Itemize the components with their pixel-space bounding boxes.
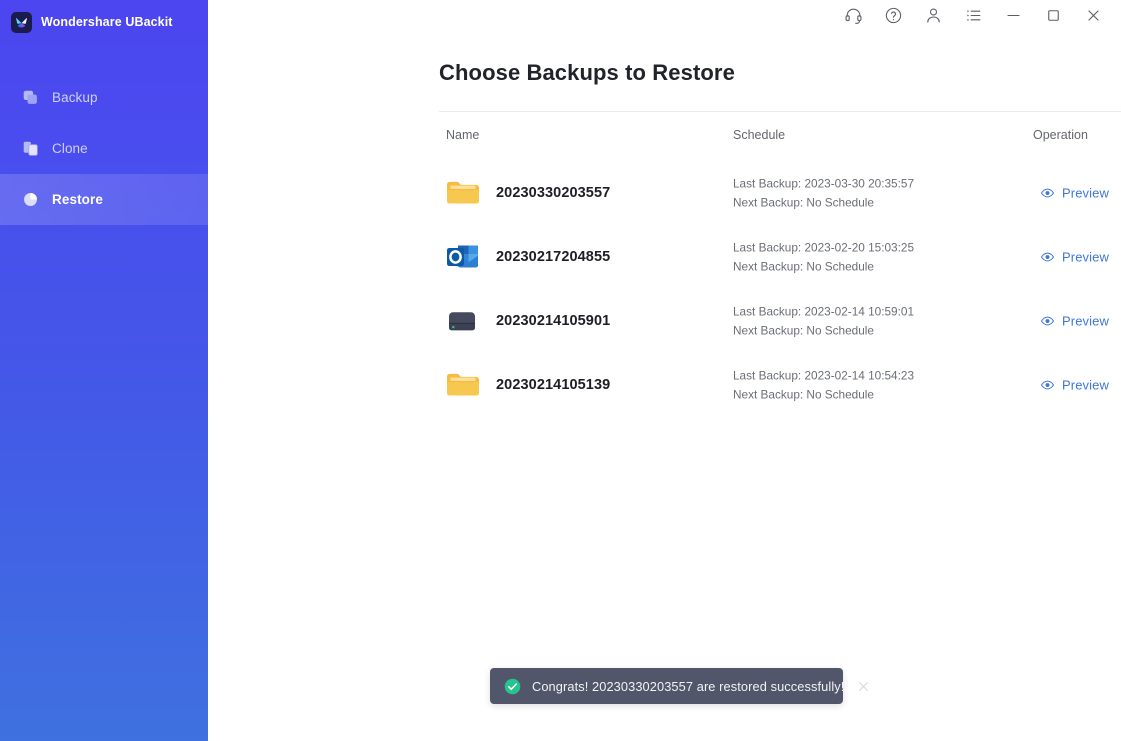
next-backup-text: Next Backup: No Schedule (733, 324, 914, 338)
sidebar-item-label: Backup (52, 90, 98, 105)
brand: Wondershare UBackit (0, 0, 208, 36)
eye-icon (1040, 314, 1055, 329)
sidebar-item-clone[interactable]: Clone (0, 123, 208, 174)
eye-icon (1040, 378, 1055, 393)
close-icon[interactable] (855, 678, 872, 695)
account-person-icon[interactable] (913, 0, 953, 30)
operation-cell: Preview Restore (1040, 378, 1121, 393)
last-backup-text: Last Backup: 2023-02-20 15:03:25 (733, 241, 914, 255)
preview-label: Preview (1062, 250, 1109, 265)
window-titlebar (208, 0, 1121, 30)
header-divider (439, 111, 1121, 112)
sidebar: Wondershare UBackit Backup (0, 0, 208, 741)
backup-name: 20230217204855 (496, 249, 610, 265)
maximize-icon[interactable] (1033, 0, 1073, 30)
backup-list: 20230330203557 Last Backup: 2023-03-30 2… (439, 161, 1121, 417)
external-drive-icon (444, 305, 482, 337)
outlook-icon (444, 241, 482, 273)
backup-name: 20230330203557 (496, 185, 610, 201)
restore-pie-icon (22, 191, 39, 208)
preview-button[interactable]: Preview (1040, 314, 1109, 329)
app-window: Wondershare UBackit Backup (0, 0, 1121, 741)
table-row[interactable]: 20230214105139 Last Backup: 2023-02-14 1… (439, 353, 1121, 417)
operation-cell: Preview Restore (1040, 186, 1121, 201)
main-content: Choose Backups to Restore Name Schedule … (208, 0, 1121, 741)
butterfly-logo-icon (11, 12, 32, 33)
table-header: Name Schedule Operation (439, 128, 1121, 150)
last-backup-text: Last Backup: 2023-03-30 20:35:57 (733, 177, 914, 191)
next-backup-text: Next Backup: No Schedule (733, 388, 914, 402)
preview-label: Preview (1062, 314, 1109, 329)
brand-title: Wondershare UBackit (41, 15, 173, 29)
sidebar-item-label: Restore (52, 192, 103, 207)
toast-message: Congrats! 20230330203557 are restored su… (532, 679, 844, 694)
preview-label: Preview (1062, 186, 1109, 201)
schedule-cell: Last Backup: 2023-02-14 10:54:23 Next Ba… (733, 369, 914, 402)
schedule-cell: Last Backup: 2023-03-30 20:35:57 Next Ba… (733, 177, 914, 210)
preview-label: Preview (1062, 378, 1109, 393)
schedule-cell: Last Backup: 2023-02-14 10:59:01 Next Ba… (733, 305, 914, 338)
sidebar-item-label: Clone (52, 141, 88, 156)
preview-button[interactable]: Preview (1040, 378, 1109, 393)
success-check-icon (504, 678, 521, 695)
column-header-operation: Operation (1033, 128, 1088, 142)
backup-name: 20230214105901 (496, 313, 610, 329)
last-backup-text: Last Backup: 2023-02-14 10:54:23 (733, 369, 914, 383)
backup-name: 20230214105139 (496, 377, 610, 393)
table-row[interactable]: 20230330203557 Last Backup: 2023-03-30 2… (439, 161, 1121, 225)
folder-icon (444, 177, 482, 209)
backup-layers-icon (22, 89, 39, 106)
next-backup-text: Next Backup: No Schedule (733, 260, 914, 274)
operation-cell: Preview Restore (1040, 250, 1121, 265)
table-row[interactable]: 20230217204855 Last Backup: 2023-02-20 1… (439, 225, 1121, 289)
next-backup-text: Next Backup: No Schedule (733, 196, 914, 210)
table-row[interactable]: 20230214105901 Last Backup: 2023-02-14 1… (439, 289, 1121, 353)
column-header-schedule: Schedule (733, 128, 785, 142)
eye-icon (1040, 250, 1055, 265)
success-toast: Congrats! 20230330203557 are restored su… (490, 668, 843, 704)
sidebar-item-backup[interactable]: Backup (0, 72, 208, 123)
clone-layers-icon (22, 140, 39, 157)
column-header-name: Name (446, 128, 479, 142)
sidebar-item-restore[interactable]: Restore (0, 174, 208, 225)
eye-icon (1040, 186, 1055, 201)
page-title: Choose Backups to Restore (208, 30, 1121, 86)
folder-icon (444, 369, 482, 401)
close-icon[interactable] (1073, 0, 1113, 30)
schedule-cell: Last Backup: 2023-02-20 15:03:25 Next Ba… (733, 241, 914, 274)
minimize-icon[interactable] (993, 0, 1033, 30)
menu-list-icon[interactable] (953, 0, 993, 30)
operation-cell: Preview Restore (1040, 314, 1121, 329)
preview-button[interactable]: Preview (1040, 250, 1109, 265)
sidebar-nav: Backup Clone (0, 72, 208, 225)
last-backup-text: Last Backup: 2023-02-14 10:59:01 (733, 305, 914, 319)
preview-button[interactable]: Preview (1040, 186, 1109, 201)
support-headset-icon[interactable] (833, 0, 873, 30)
help-question-icon[interactable] (873, 0, 913, 30)
